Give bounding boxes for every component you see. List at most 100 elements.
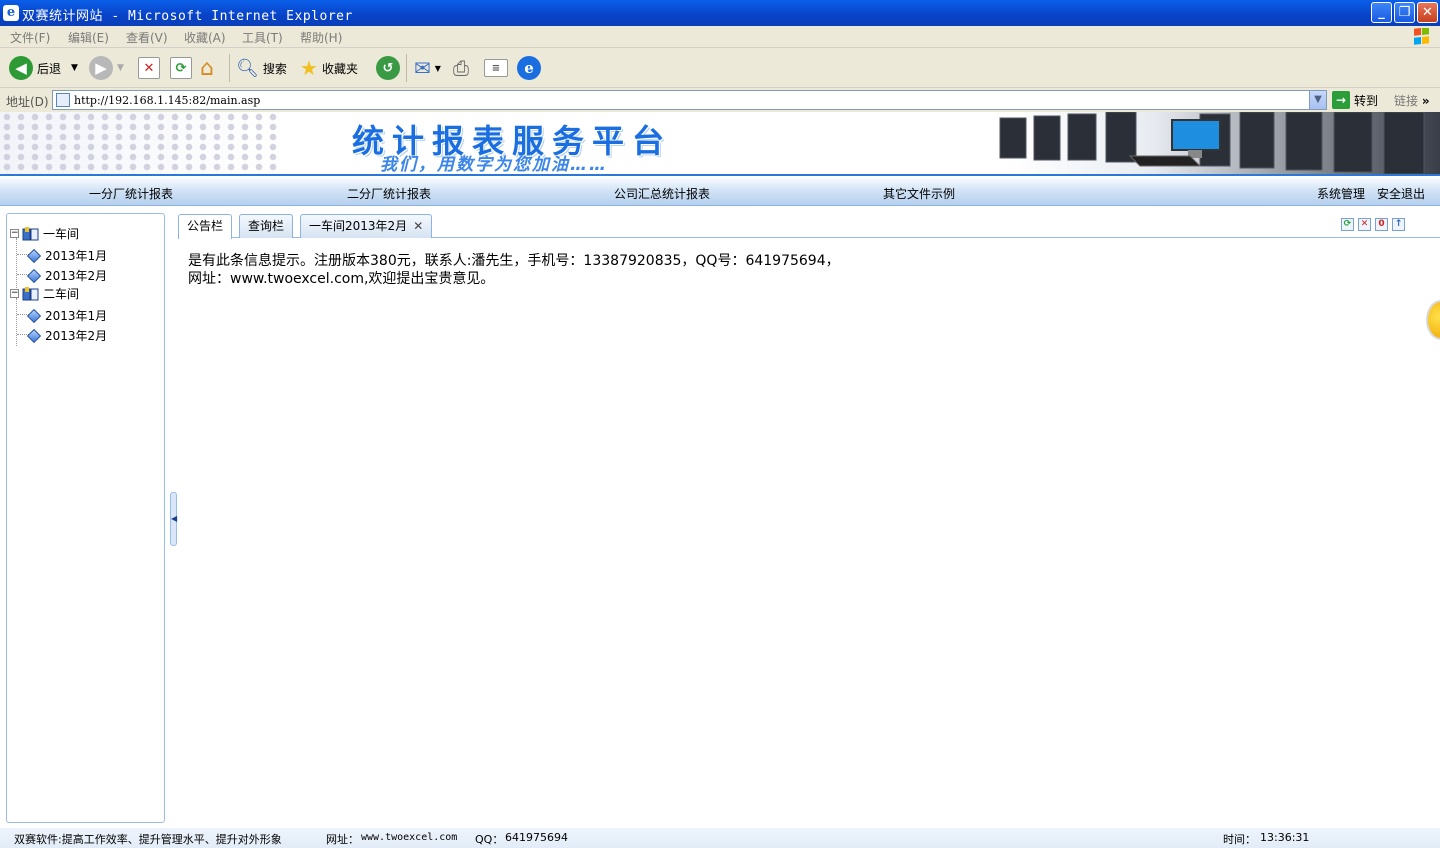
diamond-icon [26,308,42,323]
refresh-icon[interactable]: ⟳ [1341,218,1354,231]
floating-widget-icon[interactable] [1426,300,1440,340]
history-button[interactable]: ↺ [376,55,400,81]
tree-item-workshop1-jan[interactable]: 2013年1月 [26,247,107,264]
ie-button[interactable]: e [517,55,541,81]
search-icon: 🔍︎ [236,57,259,79]
tab-workshop1-feb[interactable]: 一车间2013年2月 ✕ [300,214,433,238]
back-button[interactable]: ◀ 后退 ▼ [9,55,78,81]
nav-item-factory1-reports[interactable]: 一分厂统计报表 [89,185,173,202]
diamond-icon [26,268,42,283]
tree-item-workshop1-feb[interactable]: 2013年2月 [26,267,107,284]
go-arrow-icon: → [1332,91,1350,109]
nav-item-system-admin[interactable]: 系统管理 [1317,185,1365,202]
tab-strip: 公告栏 查询栏 一车间2013年2月 ✕ [178,212,1440,239]
minimize-button[interactable]: _ [1371,2,1392,23]
tab-query[interactable]: 查询栏 [239,214,294,238]
tree-item-label: 2013年2月 [45,329,108,343]
mail-button[interactable]: ✉ ▼ [414,55,441,81]
address-label: 地址(D) [6,95,49,109]
address-input[interactable]: http://192.168.1.145:82/main.asp ▼ [52,90,1327,110]
panel-collapse-handle[interactable]: ◀ [170,492,177,546]
address-bar: 地址(D) http://192.168.1.145:82/main.asp ▼… [0,88,1440,112]
favorites-button[interactable]: ★ 收藏夹 [300,55,358,81]
diamond-icon [26,328,42,343]
tree-folder-label: 一车间 [43,227,80,241]
address-url[interactable]: http://192.168.1.145:82/main.asp [74,94,260,107]
nav-item-other-files[interactable]: 其它文件示例 [883,185,955,202]
nav-item-company-summary[interactable]: 公司汇总统计报表 [614,185,710,202]
menu-help[interactable]: 帮助(H) [300,29,342,46]
favorites-label: 收藏夹 [321,61,358,76]
banner-dots-decoration [0,112,280,174]
ie-icon: e [517,56,541,80]
tab-close-icon[interactable]: ✕ [413,219,423,233]
tree-folder-label: 二车间 [43,287,80,301]
tree-folder-workshop1[interactable]: − 一车间 [10,225,79,242]
tree-folder-workshop2[interactable]: − 二车间 [10,285,79,302]
tab-label: 一车间2013年2月 [309,219,408,233]
tree-item-label: 2013年1月 [45,309,108,323]
chevron-down-icon[interactable]: ▼ [71,63,78,73]
collapse-icon[interactable]: − [10,289,19,298]
menu-view[interactable]: 查看(V) [126,29,168,46]
diamond-icon [26,248,42,263]
announcement-line: 网址：www.twoexcel.com,欢迎提出宝贵意见。 [188,271,495,287]
status-time-label: 时间： [1223,833,1256,846]
tree-panel: − 一车间 2013年1月 2013年2月 − 二车间 2013年1月 2013… [6,213,165,823]
print-icon: ⎙ [453,56,469,80]
menu-edit[interactable]: 编辑(E) [68,29,109,46]
links-button[interactable]: 链接 » [1394,92,1430,109]
restore-button[interactable]: ❐ [1394,2,1415,23]
stop-button[interactable]: ✕ [138,55,160,81]
main-nav: 一分厂统计报表 二分厂统计报表 公司汇总统计报表 其它文件示例 系统管理 安全退… [0,178,1440,206]
book-icon [22,226,39,240]
menu-tools[interactable]: 工具(T) [242,29,283,46]
menu-bar: 文件(F) 编辑(E) 查看(V) 收藏(A) 工具(T) 帮助(H) [0,26,1440,48]
chevron-down-icon: ▼ [117,63,124,73]
print-button[interactable]: ⎙ [453,55,469,81]
mail-icon: ✉ [414,56,431,80]
zero-icon[interactable]: 0 [1375,218,1388,231]
tab-label: 公告栏 [187,219,224,233]
search-button[interactable]: 🔍︎ 搜索 [236,55,287,81]
tab-label: 查询栏 [248,219,285,233]
back-arrow-icon: ◀ [9,56,33,80]
menu-file[interactable]: 文件(F) [10,29,50,46]
forward-button[interactable]: ▶ ▼ [89,55,124,81]
edit-button[interactable]: ≡ [484,55,508,81]
collapse-icon[interactable]: − [10,229,19,238]
back-label: 后退 [37,61,62,76]
tab-tools: ⟳ ✕ 0 ↑ [1341,218,1405,231]
window-titlebar: e 双赛统计网站 - Microsoft Internet Explorer _… [0,0,1440,26]
refresh-icon: ⟳ [170,57,192,79]
toolbar-separator [229,54,230,82]
tree-item-workshop2-feb[interactable]: 2013年2月 [26,327,108,344]
status-slogan: 双赛软件:提高工作效率、提升管理水平、提升对外形象 [14,833,282,846]
announcement-content: 是有此条信息提示。注册版本380元，联系人:潘先生，手机号：1338792083… [188,252,1388,288]
announcement-line: 是有此条信息提示。注册版本380元，联系人:潘先生，手机号：1338792083… [188,253,840,269]
book-icon [22,286,39,300]
tree-connector [16,298,17,346]
nav-item-logout[interactable]: 安全退出 [1377,185,1425,202]
status-qq-label: QQ： [475,833,504,846]
nav-item-factory2-reports[interactable]: 二分厂统计报表 [347,185,431,202]
up-icon[interactable]: ↑ [1392,218,1405,231]
chevron-down-icon[interactable]: ▼ [1309,91,1326,109]
go-button[interactable]: → 转到 [1332,91,1378,109]
status-time: 13:36:31 [1260,831,1310,844]
close-icon[interactable]: ✕ [1358,218,1371,231]
chevron-down-icon: ▼ [434,63,441,73]
close-button[interactable]: ✕ [1417,2,1438,23]
refresh-button[interactable]: ⟳ [170,55,192,81]
go-label: 转到 [1354,93,1379,108]
site-banner: 统计报表服务平台 我们，用数字为您加油…… [0,112,1440,176]
tab-announcements[interactable]: 公告栏 [178,214,233,239]
status-site-label: 网址： [326,833,359,846]
search-label: 搜索 [262,61,287,76]
tree-item-workshop2-jan[interactable]: 2013年1月 [26,307,108,324]
history-icon: ↺ [376,56,400,80]
home-button[interactable]: ⌂ [200,55,214,81]
menu-favorites[interactable]: 收藏(A) [184,29,226,46]
page-icon [56,93,70,107]
forward-arrow-icon: ▶ [89,56,113,80]
